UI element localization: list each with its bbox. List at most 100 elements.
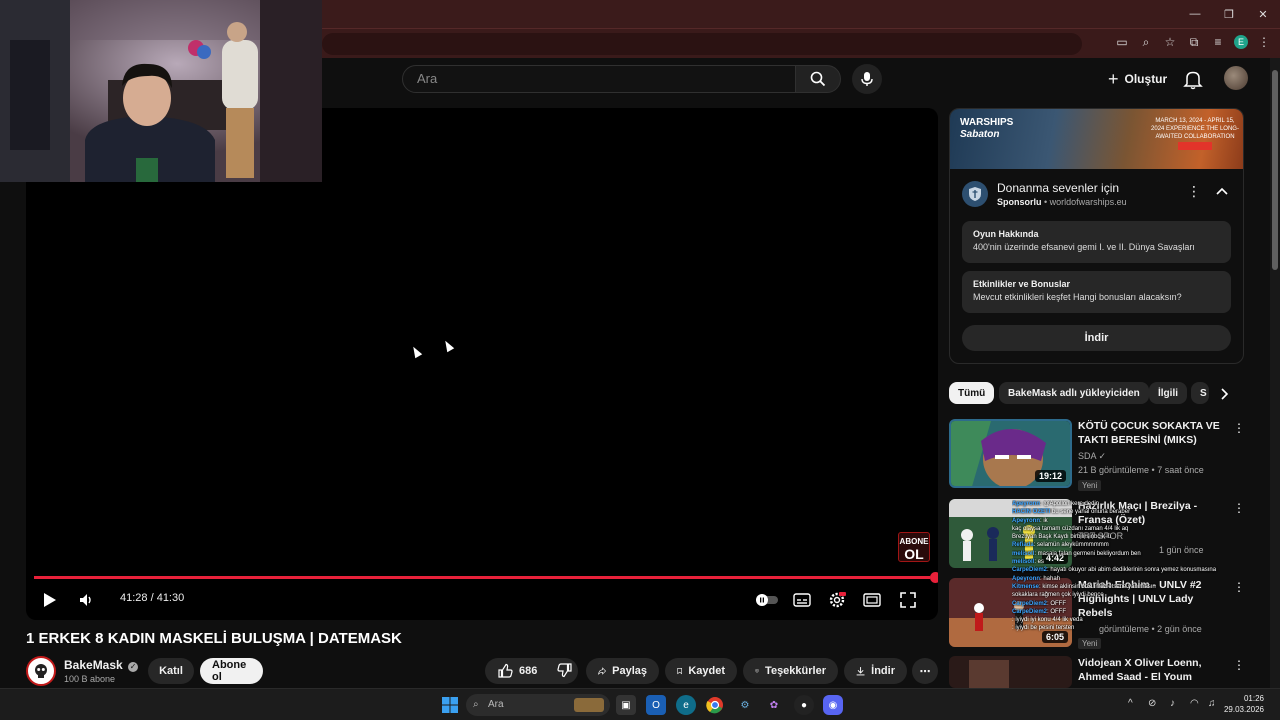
edge-icon[interactable]: e [676, 695, 696, 715]
subscribe-button[interactable]: Abone ol [200, 658, 263, 684]
reading-list-icon[interactable]: ≡ [1210, 34, 1226, 50]
outlook-icon[interactable]: O [646, 695, 666, 715]
recommendation-thumbnail[interactable] [949, 656, 1072, 688]
ad-banner-text: MARCH 13, 2024 - APRIL 15, 2024 EXPERIEN… [1151, 118, 1239, 140]
channel-name-text: BakeMask [64, 658, 123, 672]
recommendation-title[interactable]: Vidojean X Oliver Loenn, Ahmed Saad - El… [1078, 656, 1226, 684]
save-button[interactable]: Kaydet [665, 658, 737, 684]
network-app-icon[interactable]: ⚙ [735, 695, 755, 715]
chip-more[interactable]: S [1191, 382, 1209, 404]
settings-button[interactable] [825, 588, 849, 612]
chevron-up-icon[interactable] [1216, 187, 1228, 195]
create-button[interactable]: + Oluştur [1100, 66, 1175, 92]
chip-all[interactable]: Tümü [949, 382, 995, 404]
task-view-icon[interactable]: ▣ [616, 695, 636, 715]
microphone-tray-icon[interactable]: ♪ [1170, 698, 1175, 709]
voice-search-button[interactable] [852, 64, 882, 94]
autoplay-toggle-icon [756, 594, 778, 606]
windows-logo-icon [442, 697, 458, 713]
ad-kebab-icon[interactable]: ⋮ [1187, 183, 1201, 200]
chip-related[interactable]: İlgili [1149, 382, 1187, 404]
join-button[interactable]: Katıl [148, 658, 194, 684]
account-avatar[interactable] [1224, 66, 1248, 90]
copilot-icon[interactable]: ✿ [764, 695, 784, 715]
search-input[interactable]: Ara [402, 65, 796, 93]
wifi-icon[interactable]: ◠ [1190, 698, 1199, 709]
restore-icon[interactable]: ❐ [1212, 0, 1246, 28]
extensions-icon[interactable]: ⧉ [1186, 34, 1202, 50]
notifications-bell-icon[interactable] [1182, 68, 1204, 90]
system-clock[interactable]: 01:26 29.03.2026 [1224, 693, 1264, 715]
taskbar-search[interactable]: ⌕ Ara [466, 694, 610, 716]
tray-chevron-icon[interactable]: ^ [1128, 698, 1133, 709]
recommendation-title[interactable]: KÖTÜ ÇOCUK SOKAKTA VE TAKTI BERESİNİ (MI… [1078, 419, 1226, 447]
volume-button[interactable] [74, 588, 98, 612]
subscribe-watermark[interactable]: ABONE OL [898, 532, 930, 562]
ad-banner-image[interactable]: WARSHIPS Sabaton MARCH 13, 2024 - APRIL … [950, 109, 1243, 169]
recommendation-menu-icon[interactable]: ⋮ [1233, 658, 1245, 672]
recommendation-menu-icon[interactable]: ⋮ [1233, 421, 1245, 435]
profile-icon[interactable]: E [1234, 35, 1248, 49]
recommendation-item[interactable]: Vidojean X Oliver Loenn, Ahmed Saad - El… [949, 656, 1249, 688]
autoplay-toggle[interactable] [754, 588, 780, 612]
discord-icon[interactable]: ◉ [823, 695, 843, 715]
thanks-button[interactable]: $ Teşekkürler [743, 658, 838, 684]
toolbar-icons: ▭ ⌕ ☆ ⧉ ≡ E ⋮ [1114, 34, 1272, 50]
fullscreen-button[interactable] [896, 588, 920, 612]
recommendation-thumbnail[interactable]: 19:12 [949, 419, 1072, 488]
dislike-button[interactable] [555, 662, 573, 681]
like-button[interactable]: 686 [497, 663, 537, 679]
verified-icon: ✓ [1098, 451, 1107, 461]
cast-icon[interactable]: ▭ [1114, 34, 1130, 50]
channel-name[interactable]: BakeMask ✓ [64, 658, 139, 672]
share-button[interactable]: Paylaş [586, 658, 659, 684]
chat-username: Apeyronn [1012, 575, 1041, 582]
channel-avatar[interactable] [26, 656, 56, 686]
windows-taskbar: ⌕ Ara ▣ O e ⚙ ✿ ● ◉ ^ ⊘ ♪ ◠ ♫ 01:26 29.0… [0, 688, 1280, 720]
chat-message: Apeyronn: @Apollon kere dedin [1012, 500, 1232, 508]
chrome-icon[interactable] [705, 695, 725, 715]
like-count: 686 [519, 665, 538, 677]
page-scrollbar[interactable] [1270, 58, 1280, 688]
obs-icon[interactable]: ● [794, 695, 814, 715]
ad-advertiser-logo[interactable] [962, 181, 988, 207]
anchor-shield-icon [969, 187, 981, 201]
chip-from-uploader[interactable]: BakeMask adlı yükleyiciden [999, 382, 1149, 404]
recommendation-item[interactable]: 19:12 KÖTÜ ÇOCUK SOKAKTA VE TAKTI BERESİ… [949, 419, 1249, 491]
ad-title[interactable]: Donanma sevenler için [997, 181, 1119, 195]
ad-card-events-desc: Mevcut etkinlikleri keşfet Hangi bonusla… [973, 292, 1182, 302]
ad-banner-play-button[interactable] [1178, 142, 1212, 150]
subtitles-button[interactable] [790, 588, 814, 612]
watermark-line-1: ABONE [899, 537, 929, 546]
close-icon[interactable]: ✕ [1246, 0, 1280, 28]
address-bar[interactable] [322, 33, 1082, 55]
network-icon[interactable]: ⊘ [1148, 698, 1156, 709]
minimize-icon[interactable]: — [1178, 0, 1212, 28]
ad-install-button[interactable]: İndir [962, 325, 1231, 351]
chevron-right-icon[interactable] [1221, 388, 1229, 400]
new-badge: Yeni [1078, 638, 1102, 649]
ad-card-events[interactable]: Etkinlikler ve Bonuslar Mevcut etkinlikl… [962, 271, 1231, 313]
search-button[interactable] [795, 65, 841, 93]
recommendation-channel[interactable]: SDA ✓ [1078, 451, 1106, 462]
bookmark-star-icon[interactable]: ☆ [1162, 34, 1178, 50]
menu-kebab-icon[interactable]: ⋮ [1256, 34, 1272, 50]
progress-bar[interactable] [34, 572, 938, 583]
chat-message: Apeyronn: ik [1012, 517, 1232, 525]
recommendation-menu-icon[interactable]: ⋮ [1233, 580, 1245, 594]
speaker-icon[interactable]: ♫ [1208, 698, 1216, 709]
zoom-icon[interactable]: ⌕ [1138, 34, 1154, 50]
ad-sponsored-line: Sponsorlu • worldofwarships.eu [997, 197, 1127, 207]
theater-mode-button[interactable] [860, 588, 884, 612]
download-button[interactable]: İndir [844, 658, 907, 684]
more-actions-button[interactable]: ⋯ [912, 658, 938, 684]
video-player[interactable]: ABONE OL 41:28 / 41:30 [26, 108, 938, 620]
play-button[interactable] [38, 588, 62, 612]
recommendation-menu-icon[interactable]: ⋮ [1233, 501, 1245, 515]
scrollbar-thumb[interactable] [1272, 70, 1278, 270]
start-button[interactable] [440, 695, 460, 715]
super-thanks-icon: $ [755, 669, 760, 673]
plus-icon: + [1108, 68, 1119, 89]
progress-scrubber[interactable] [930, 572, 938, 583]
ad-card-about[interactable]: Oyun Hakkında 400'nin üzerinde efsanevi … [962, 221, 1231, 263]
